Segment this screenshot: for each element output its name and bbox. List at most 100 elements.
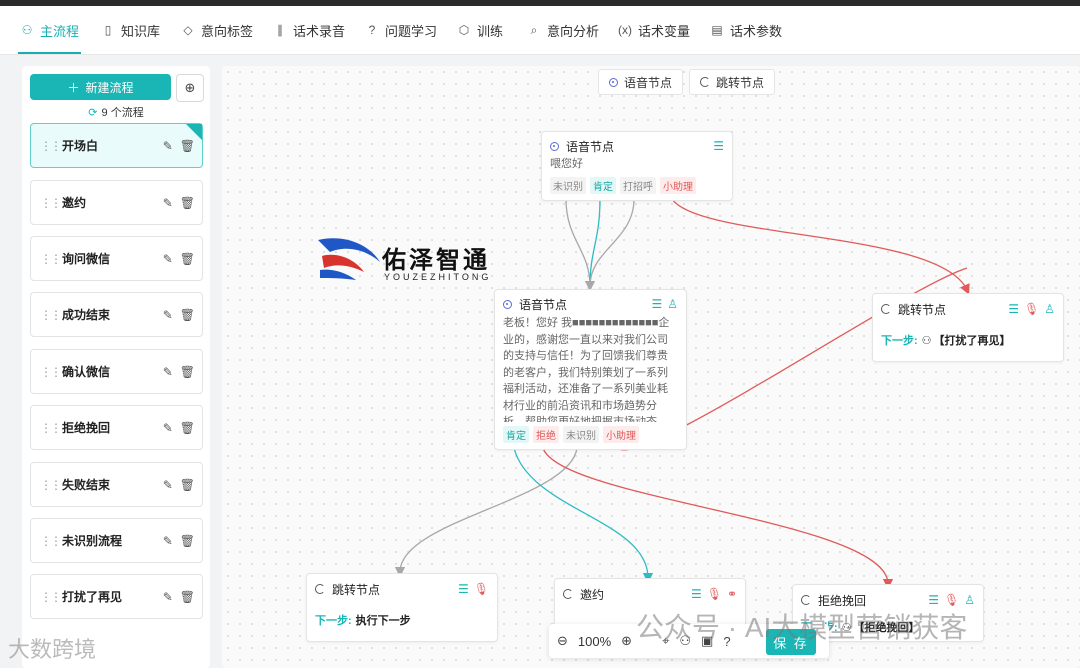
- drag-handle-icon[interactable]: ⋮⋮: [40, 478, 62, 492]
- tab-question-learning[interactable]: ? 问题学习: [365, 6, 437, 54]
- flow-item[interactable]: ⋮⋮ 失败结束 ✎ 🗑: [30, 462, 203, 507]
- new-flow-button[interactable]: ＋新建流程: [30, 74, 171, 100]
- delete-icon[interactable]: 🗑: [180, 365, 195, 379]
- delete-icon[interactable]: 🗑: [180, 534, 195, 548]
- jump-node-icon: [801, 595, 811, 605]
- logo-subtext: YOUZEZHITONG: [384, 272, 492, 282]
- tag-icon: ◇: [183, 23, 193, 37]
- menu-icon[interactable]: ☰: [691, 587, 702, 601]
- edit-icon[interactable]: ✎: [163, 421, 173, 435]
- delete-icon[interactable]: 🗑: [180, 478, 195, 492]
- active-corner-marker: [186, 124, 202, 140]
- flow-name: 邀约: [62, 196, 87, 210]
- search-flow-button[interactable]: ⊕: [176, 74, 204, 102]
- zoom-out-icon[interactable]: ⊖: [557, 633, 568, 649]
- user-icon[interactable]: ♙: [667, 297, 678, 311]
- microphone-icon[interactable]: 🎙: [944, 593, 959, 607]
- jump-node-goodbye[interactable]: 跳转节点 ☰ 🎙 ♙ 下一步: ⚇ 【打扰了再见】: [872, 293, 1064, 362]
- edit-icon[interactable]: ✎: [163, 478, 173, 492]
- cube-icon: ⬡: [458, 23, 470, 37]
- tab-script-parameters[interactable]: ▤ 话术参数: [710, 6, 782, 54]
- logo-mark: [318, 238, 380, 280]
- zoom-in-icon[interactable]: ⊕: [621, 633, 632, 649]
- drag-handle-icon[interactable]: ⋮⋮: [40, 139, 62, 153]
- delete-icon[interactable]: 🗑: [180, 196, 195, 210]
- variable-icon: (x): [618, 23, 632, 37]
- drag-handle-icon[interactable]: ⋮⋮: [40, 365, 62, 379]
- zoom-level: 100%: [577, 633, 612, 649]
- link-icon[interactable]: ⚭: [727, 587, 737, 601]
- logo-text: 佑泽智通: [382, 247, 490, 274]
- flow-item[interactable]: ⋮⋮ 拒绝挽回 ✎ 🗑: [30, 405, 203, 450]
- palette-jump-node[interactable]: 跳转节点: [689, 69, 776, 95]
- delete-icon[interactable]: 🗑: [180, 252, 195, 266]
- menu-icon[interactable]: ☰: [713, 139, 724, 153]
- jump-node-icon: [700, 77, 710, 87]
- flow-name: 失败结束: [62, 478, 111, 492]
- branch-tag: 小助理: [660, 176, 696, 194]
- menu-icon[interactable]: ☰: [651, 297, 662, 311]
- tab-intent-analysis[interactable]: ⌕ 意向分析: [527, 6, 599, 54]
- branch-tag: 打招呼: [620, 176, 656, 194]
- user-icon[interactable]: ♙: [964, 593, 975, 607]
- parameter-icon: ▤: [711, 23, 723, 37]
- flow-item[interactable]: ⋮⋮ 成功结束 ✎ 🗑: [30, 292, 203, 337]
- voice-node-icon: [550, 141, 559, 151]
- palette-voice-node[interactable]: 语音节点: [598, 69, 684, 95]
- voice-node-icon: [609, 77, 618, 87]
- jump-node-next[interactable]: 跳转节点 ☰ 🎙 下一步: 执行下一步: [306, 573, 498, 642]
- drag-handle-icon[interactable]: ⋮⋮: [40, 534, 62, 548]
- flow-count: ⟳ 9 个流程: [88, 107, 144, 119]
- refresh-icon[interactable]: ⟳: [88, 107, 97, 119]
- menu-icon[interactable]: ☰: [1008, 302, 1019, 316]
- drag-handle-icon[interactable]: ⋮⋮: [40, 421, 62, 435]
- jump-node-icon: [315, 584, 325, 594]
- branch-tag: 肯定: [503, 426, 529, 443]
- menu-icon[interactable]: ☰: [458, 582, 469, 596]
- delete-icon[interactable]: 🗑: [180, 139, 195, 153]
- drag-handle-icon[interactable]: ⋮⋮: [40, 252, 62, 266]
- edit-icon[interactable]: ✎: [163, 590, 173, 604]
- flow-item[interactable]: ⋮⋮ 邀约 ✎ 🗑: [30, 180, 203, 225]
- flow-name: 开场白: [62, 139, 99, 153]
- drag-handle-icon[interactable]: ⋮⋮: [40, 590, 62, 604]
- jump-node-icon: [881, 304, 891, 314]
- edit-icon[interactable]: ✎: [163, 196, 173, 210]
- flow-name: 确认微信: [62, 365, 111, 379]
- tab-intent-tags[interactable]: ◇ 意向标签: [181, 6, 253, 54]
- branch-tag: 未识别: [550, 176, 586, 194]
- flow-name: 成功结束: [62, 308, 111, 322]
- flow-item[interactable]: ⋮⋮ 打扰了再见 ✎ 🗑: [30, 574, 203, 619]
- tab-script-variables[interactable]: (x) 话术变量: [618, 6, 690, 54]
- tab-script-recording[interactable]: ∥ 话术录音: [273, 6, 345, 54]
- flow-item[interactable]: ⋮⋮ 开场白 ✎ 🗑: [30, 123, 203, 168]
- analysis-icon: ⌕: [530, 22, 538, 37]
- edit-icon[interactable]: ✎: [163, 534, 173, 548]
- edit-icon[interactable]: ✎: [163, 252, 173, 266]
- tab-knowledge-base[interactable]: ▯ 知识库: [101, 6, 160, 54]
- flow-item[interactable]: ⋮⋮ 询问微信 ✎ 🗑: [30, 236, 203, 281]
- node-text: 喂您好: [550, 158, 583, 170]
- drag-handle-icon[interactable]: ⋮⋮: [40, 308, 62, 322]
- delete-icon[interactable]: 🗑: [180, 421, 195, 435]
- flow-item[interactable]: ⋮⋮ 未识别流程 ✎ 🗑: [30, 518, 203, 563]
- menu-icon[interactable]: ☰: [928, 593, 939, 607]
- microphone-icon[interactable]: 🎙: [707, 587, 722, 601]
- edit-icon[interactable]: ✎: [163, 365, 173, 379]
- microphone-icon[interactable]: 🎙: [474, 582, 489, 596]
- question-icon: ?: [368, 23, 376, 37]
- user-icon[interactable]: ♙: [1044, 302, 1055, 316]
- delete-icon[interactable]: 🗑: [180, 308, 195, 322]
- edit-icon[interactable]: ✎: [163, 308, 173, 322]
- tab-training[interactable]: ⬡ 训练: [457, 6, 503, 54]
- microphone-icon[interactable]: 🎙: [1024, 302, 1039, 316]
- node-text: 老板！您好 我■■■■■■■■■■■■■企业的，感谢您一直以来对我们公司的支持与…: [503, 317, 670, 422]
- voice-node-greeting[interactable]: 语音节点 ☰ 喂您好 未识别 肯定 打招呼 小助理: [541, 131, 733, 201]
- delete-icon[interactable]: 🗑: [180, 590, 195, 604]
- edit-icon[interactable]: ✎: [163, 139, 173, 153]
- drag-handle-icon[interactable]: ⋮⋮: [40, 196, 62, 210]
- flow-sidebar: ＋新建流程 ⊕ ⟳ 9 个流程 ⋮⋮ 开场白 ✎ 🗑 ⋮⋮ 邀约 ✎ 🗑 ⋮⋮ 询…: [22, 66, 210, 668]
- tab-main-flow[interactable]: ⚇ 主流程: [17, 6, 82, 54]
- voice-node-main[interactable]: 语音节点 ☰ ♙ 老板！您好 我■■■■■■■■■■■■■企业的，感谢您一直以来对…: [494, 289, 687, 450]
- flow-item[interactable]: ⋮⋮ 确认微信 ✎ 🗑: [30, 349, 203, 394]
